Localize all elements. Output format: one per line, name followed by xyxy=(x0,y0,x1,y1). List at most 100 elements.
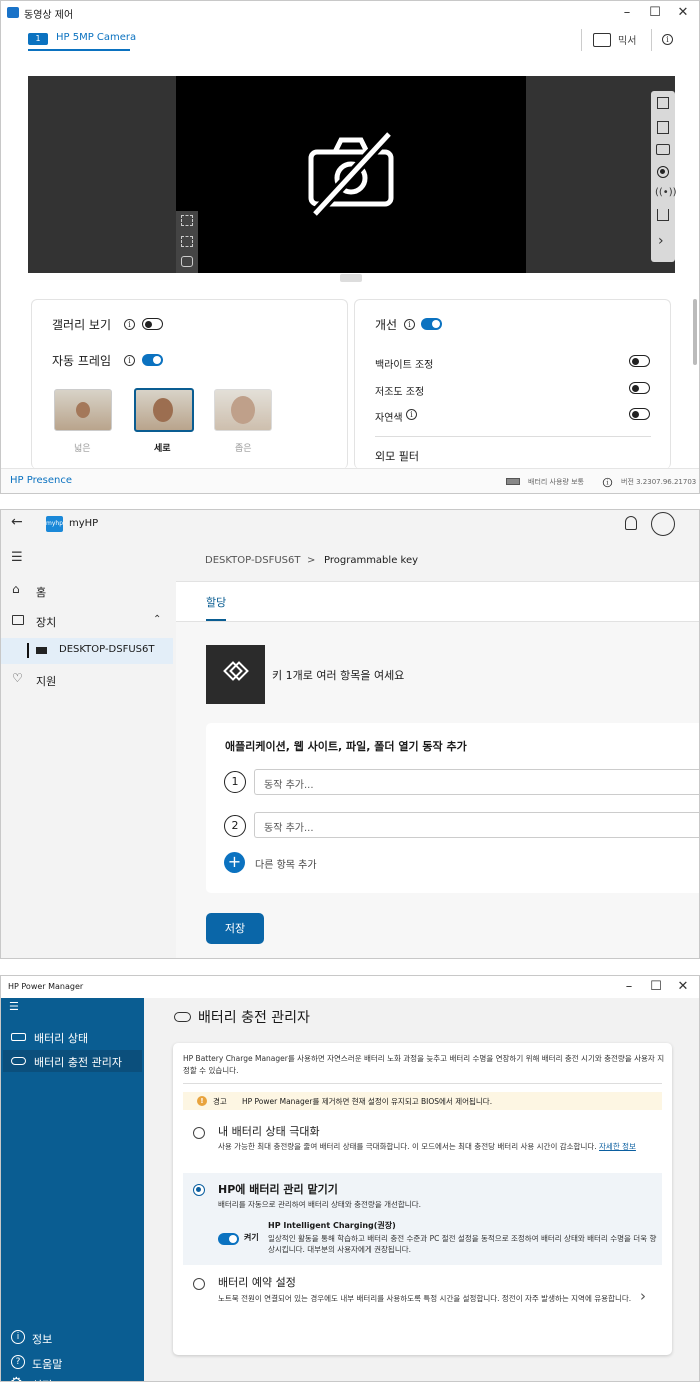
minimize-button[interactable]: – xyxy=(615,976,643,998)
autoframe-label: 자동 프레임 xyxy=(52,354,112,368)
sidebar-item-charge-manager[interactable]: 배터리 충전 관리자 xyxy=(3,1050,142,1072)
sidebar-item-info[interactable]: i 정보 xyxy=(1,1328,144,1348)
record-icon[interactable] xyxy=(657,166,669,178)
info-icon[interactable]: i xyxy=(124,319,135,330)
hamburger-menu-icon[interactable]: ☰ xyxy=(11,550,23,565)
battery-status-text: 배터리 사용량 보통 xyxy=(528,478,584,486)
crop-icon[interactable] xyxy=(181,215,193,226)
intelligent-charging-title: HP Intelligent Charging(권장) xyxy=(268,1221,396,1230)
avatar-icon[interactable] xyxy=(651,512,675,536)
chevron-up-icon[interactable]: ⌃ xyxy=(153,614,161,625)
info-icon: i xyxy=(11,1330,25,1344)
header: ← myhp myHP xyxy=(1,510,699,540)
coffee-icon[interactable] xyxy=(657,209,669,221)
breadcrumb-device[interactable]: DESKTOP-DSFUS6T xyxy=(205,555,300,566)
divider xyxy=(183,1083,662,1084)
actions-heading: 애플리케이션, 웹 사이트, 파일, 폴더 열기 동작 추가 xyxy=(225,740,467,753)
sidebar-item-support[interactable]: ♡ 지원 xyxy=(1,668,176,690)
frame-option-portrait[interactable] xyxy=(134,388,194,432)
bell-icon[interactable] xyxy=(625,516,637,530)
snapshot-icon[interactable] xyxy=(656,144,670,155)
appearance-filter-label: 외모 필터 xyxy=(375,450,419,463)
home-icon: ⌂ xyxy=(12,582,20,596)
page-title: 배터리 충전 관리자 xyxy=(198,1010,310,1026)
video-frame xyxy=(176,76,526,273)
sidebar-item-home[interactable]: ⌂ 홈 xyxy=(1,580,176,602)
popout-icon[interactable] xyxy=(657,97,669,109)
autoframe-toggle[interactable] xyxy=(142,354,163,366)
action-input-1[interactable]: 동작 추가... xyxy=(254,769,699,795)
pdf-icon[interactable] xyxy=(657,121,669,134)
back-arrow-icon[interactable]: ← xyxy=(11,514,23,530)
sidebar-item-label: DESKTOP-DSFUS6T xyxy=(59,644,155,655)
face-thumbnail xyxy=(76,402,90,418)
radio-hp-manage[interactable] xyxy=(193,1184,205,1196)
frame-option-narrow[interactable] xyxy=(214,389,272,431)
info-icon[interactable]: i xyxy=(404,319,415,330)
tab-camera[interactable]: 1 HP 5MP Camera xyxy=(28,29,136,51)
info-icon[interactable]: i xyxy=(406,409,417,420)
scrollbar[interactable] xyxy=(693,299,697,365)
sidebar-item-devices[interactable]: 장치 ⌃ xyxy=(1,610,176,632)
natural-color-label: 자연색 xyxy=(375,413,403,424)
enhance-toggle[interactable] xyxy=(421,318,442,330)
option-schedule[interactable]: 배터리 예약 설정 노트북 전원이 연결되어 있는 경우에도 내부 배터리를 사… xyxy=(183,1269,662,1325)
info-icon[interactable]: i xyxy=(602,477,613,488)
frame-icon[interactable] xyxy=(181,236,193,247)
natural-color-toggle[interactable] xyxy=(629,408,650,420)
save-button[interactable]: 저장 xyxy=(206,913,264,944)
minimize-button[interactable]: – xyxy=(613,1,641,25)
add-more-button[interactable]: + 다른 항목 추가 xyxy=(224,852,354,874)
option-maximize-health[interactable]: 내 배터리 상태 극대화 사용 가능한 최대 충전량을 줄여 배터리 상태를 극… xyxy=(183,1115,662,1169)
app-title: myHP xyxy=(69,518,99,529)
backlight-toggle[interactable] xyxy=(629,355,650,367)
charge-manager-icon xyxy=(174,1012,191,1022)
power-manager-window: HP Power Manager – ☐ ✕ ☰ 배터리 상태 배터리 충전 관… xyxy=(0,975,700,1382)
sidebar-item-help[interactable]: ? 도움말 xyxy=(1,1353,144,1373)
maximize-button[interactable]: ☐ xyxy=(642,976,670,998)
option-hp-manage[interactable]: HP에 배터리 관리 맡기기 배터리를 자동으로 관리하여 배터리 상태와 충전… xyxy=(183,1173,662,1265)
tab-bar: 할당 xyxy=(176,582,699,622)
tab-assign[interactable]: 할당 xyxy=(206,594,227,621)
support-icon: ♡ xyxy=(12,671,23,685)
rotate-icon[interactable] xyxy=(181,256,193,267)
gear-icon: ⚙ xyxy=(10,1375,23,1381)
radio-maximize-health[interactable] xyxy=(193,1127,205,1139)
radio-schedule[interactable] xyxy=(193,1278,205,1290)
breadcrumb-page: Programmable key xyxy=(324,555,419,566)
sidebar-item-battery-status[interactable]: 배터리 상태 xyxy=(1,1026,144,1048)
camera-off-icon xyxy=(308,130,394,218)
close-button[interactable]: ✕ xyxy=(669,976,697,998)
learn-more-link[interactable]: 자세한 정보 xyxy=(599,1142,636,1151)
action-input-2[interactable]: 동작 추가... xyxy=(254,812,699,838)
mixer-label: 믹서 xyxy=(618,36,637,47)
mixer-button[interactable]: 믹서 xyxy=(593,31,643,49)
broadcast-icon[interactable]: ((•)) xyxy=(655,187,677,198)
resize-handle[interactable] xyxy=(340,274,362,282)
window-title: 동영상 제어 xyxy=(24,10,74,21)
close-button[interactable]: ✕ xyxy=(669,1,697,25)
chevron-right-icon[interactable]: › xyxy=(640,1287,646,1305)
charge-manager-card: HP Battery Charge Manager를 사용하면 자연스러운 배터… xyxy=(173,1043,672,1355)
toggle-label: 켜기 xyxy=(244,1233,259,1242)
battery-icon xyxy=(506,478,520,485)
gallery-toggle[interactable] xyxy=(142,318,163,330)
info-icon[interactable]: i xyxy=(662,34,673,45)
frame-option-wide[interactable] xyxy=(54,389,112,431)
status-app-name: HP Presence xyxy=(10,475,72,486)
sidebar-item-settings[interactable]: ⚙ 설정 xyxy=(1,1375,144,1381)
battery-icon xyxy=(11,1033,26,1041)
lowlight-toggle[interactable] xyxy=(629,382,650,394)
plus-icon: + xyxy=(224,852,245,873)
sidebar-item-device[interactable]: DESKTOP-DSFUS6T xyxy=(1,638,173,664)
intelligent-charging-toggle[interactable] xyxy=(218,1233,239,1245)
chevron-right-icon[interactable]: › xyxy=(658,233,664,249)
sidebar-item-label: 도움말 xyxy=(32,1358,63,1371)
option-title: 내 배터리 상태 극대화 xyxy=(218,1125,320,1138)
info-icon[interactable]: i xyxy=(124,355,135,366)
backlight-label: 백라이트 조정 xyxy=(375,360,434,371)
lowlight-label: 저조도 조정 xyxy=(375,387,425,398)
maximize-button[interactable]: ☐ xyxy=(641,1,669,25)
frame-option-narrow-label: 좁은 xyxy=(235,444,252,454)
hamburger-menu-icon[interactable]: ☰ xyxy=(9,1000,19,1013)
